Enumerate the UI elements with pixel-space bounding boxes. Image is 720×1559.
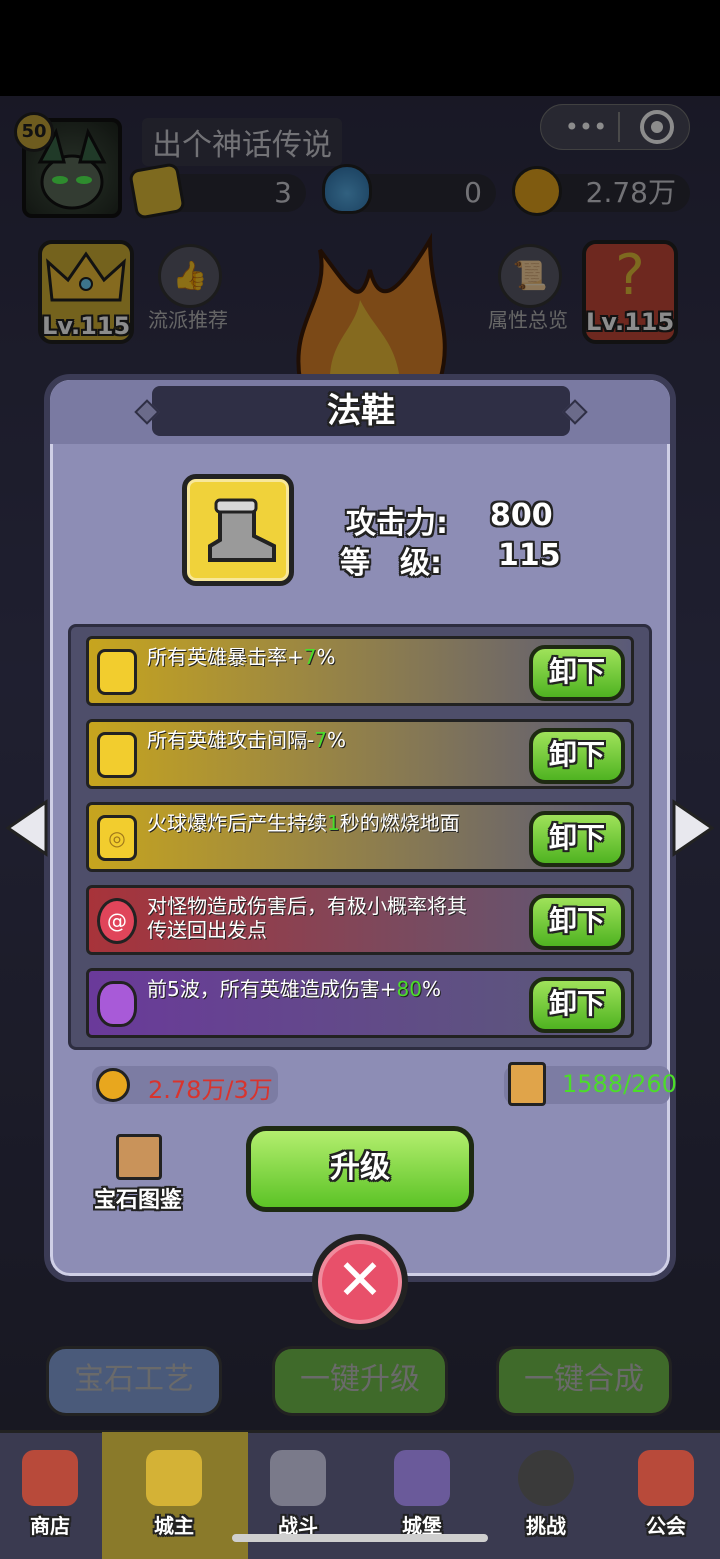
nav-guild[interactable]: 公会 [616, 1440, 716, 1550]
banner-icon [638, 1450, 694, 1506]
home-indicator[interactable] [232, 1534, 488, 1542]
prev-arrow-icon[interactable] [4, 798, 50, 858]
nav-lord-label: 城主 [154, 1514, 194, 1538]
gem-slot-1: 所有英雄暴击率+7% 卸下 [86, 636, 634, 706]
unequip-button-2[interactable]: 卸下 [529, 728, 625, 784]
swords-icon [270, 1450, 326, 1506]
shop-icon [22, 1450, 78, 1506]
nav-challenge[interactable]: 挑战 [496, 1440, 596, 1550]
coin-icon [96, 1068, 130, 1102]
level-label: 等 级: [340, 546, 442, 581]
attack-label: 攻击力: [346, 506, 448, 541]
upgrade-button[interactable]: 升级 [246, 1126, 474, 1212]
gem-slot-3-text: 火球爆炸后产生持续1秒的燃烧地面 [147, 811, 460, 835]
gem-slot-1-text: 所有英雄暴击率+7% [147, 645, 336, 669]
purple-gem-icon [97, 981, 137, 1027]
one-click-upgrade-button[interactable]: 一键升级 [272, 1346, 448, 1416]
modal-title: 法鞋 [327, 391, 395, 431]
unequip-button-1[interactable]: 卸下 [529, 645, 625, 701]
swirl-gem-icon: ◎ [97, 815, 137, 861]
gem-craft-button[interactable]: 宝石工艺 [46, 1346, 222, 1416]
nav-shop[interactable]: 商店 [0, 1440, 100, 1550]
status-bar [0, 0, 720, 96]
demon-icon [518, 1450, 574, 1506]
boot-scroll-icon [508, 1062, 546, 1106]
nav-challenge-label: 挑战 [526, 1514, 566, 1538]
unequip-button-4[interactable]: 卸下 [529, 894, 625, 950]
close-icon[interactable]: ✕ [312, 1234, 408, 1330]
gold-gem-icon [97, 649, 137, 695]
red-swirl-gem-icon: @ [97, 898, 137, 944]
gem-codex-label[interactable]: 宝石图鉴 [94, 1182, 182, 1214]
nav-guild-label: 公会 [646, 1514, 686, 1538]
gem-slot-4: @ 对怪物造成伤害后，有极小概率将其 传送回出发点 卸下 [86, 885, 634, 955]
book-icon[interactable] [116, 1134, 162, 1180]
one-click-merge-button[interactable]: 一键合成 [496, 1346, 672, 1416]
nav-shop-label: 商店 [30, 1514, 70, 1538]
castle-icon [394, 1450, 450, 1506]
coin-cost-text: 2.78万/3万 [148, 1076, 273, 1104]
crown-icon [146, 1450, 202, 1506]
gem-slot-5: 前5波，所有英雄造成伤害+80% 卸下 [86, 968, 634, 1038]
gem-slot-5-text: 前5波，所有英雄造成伤害+80% [147, 977, 441, 1001]
boot-icon [208, 498, 276, 562]
nav-lord[interactable]: 城主 [124, 1440, 224, 1550]
gem-slot-2-text: 所有英雄攻击间隔-7% [147, 728, 346, 752]
unequip-button-5[interactable]: 卸下 [529, 977, 625, 1033]
level-value: 115 [498, 538, 561, 573]
unequip-button-3[interactable]: 卸下 [529, 811, 625, 867]
attack-value: 800 [490, 498, 553, 533]
gem-slot-4-text: 对怪物造成伤害后，有极小概率将其 传送回出发点 [147, 894, 467, 942]
scroll-cost-text: 1588/260 [562, 1070, 677, 1098]
next-arrow-icon[interactable] [670, 798, 716, 858]
gold-gem-icon [97, 732, 137, 778]
gem-slot-2: 所有英雄攻击间隔-7% 卸下 [86, 719, 634, 789]
boot-item-slot [182, 474, 294, 586]
gem-slot-3: ◎ 火球爆炸后产生持续1秒的燃烧地面 卸下 [86, 802, 634, 872]
